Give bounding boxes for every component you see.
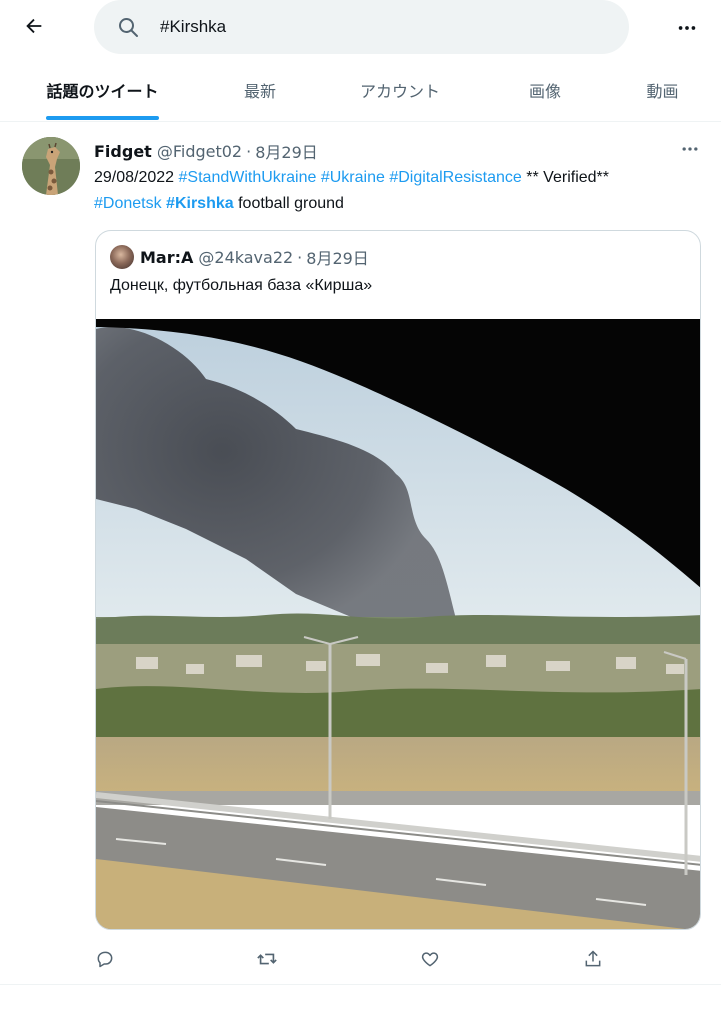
search-input[interactable] [160,0,610,54]
tab-latest[interactable]: 最新 [215,58,305,122]
tab-photos[interactable]: 画像 [500,58,590,122]
more-options-button[interactable] [671,12,703,44]
reply-icon [97,951,113,968]
tab-videos[interactable]: 動画 [615,58,710,122]
tweet-more-button[interactable] [677,139,703,159]
more-horizontal-icon [678,26,696,30]
quoted-tweet-text: Донецк, футбольная база «Кирша» [110,277,373,294]
quoted-header-separator: · [297,247,303,267]
quoted-author-name[interactable]: Mar:A [140,248,193,267]
retweet-icon [257,953,277,965]
hashtag-link[interactable]: #DigitalResistance [389,169,522,186]
quoted-tweet[interactable]: Mar:A @24kava22 · 8月29日 Донецк, футбольн… [95,230,701,930]
share-button[interactable] [577,943,609,975]
more-horizontal-icon [682,147,698,151]
hashtag-link[interactable]: #StandWithUkraine [179,169,317,186]
tweet-actions [94,943,614,975]
like-button[interactable] [414,943,446,975]
hashtag-link[interactable]: #Ukraine [321,169,385,186]
header-separator: · [246,141,252,161]
giraffe-avatar-image [22,137,80,195]
heart-icon [421,952,439,967]
retweet-button[interactable] [251,943,283,975]
tweet-header: Fidget @Fidget02 · 8月29日 [94,139,318,163]
quoted-tweet-photo[interactable] [96,319,701,930]
quoted-avatar[interactable] [110,245,134,269]
tweet-text: 29/08/2022 #StandWithUkraine #Ukraine #D… [94,165,706,217]
search-box[interactable] [94,0,629,54]
author-name[interactable]: Fidget [94,142,152,161]
tweet-tail-text: football ground [238,195,344,212]
hashtag-link-search-term[interactable]: #Kirshka [166,195,234,212]
quoted-author-handle[interactable]: @24kava22 [198,248,293,267]
tab-top[interactable]: 話題のツイート [20,58,185,122]
arrow-left-icon [26,18,42,34]
quoted-tweet-header: Mar:A @24kava22 · 8月29日 [140,245,369,269]
top-bar [0,0,721,58]
tweet[interactable]: Fidget @Fidget02 · 8月29日 29/08/2022 #Sta… [0,123,721,985]
verified-text: ** Verified** [526,169,609,186]
search-icon [119,18,138,37]
search-tabs: 話題のツイート 最新 アカウント 画像 動画 [0,58,721,122]
avatar[interactable] [22,137,80,195]
hashtag-link[interactable]: #Donetsk [94,195,162,212]
author-handle[interactable]: @Fidget02 [157,142,242,161]
tweet-date-text: 29/08/2022 [94,169,175,186]
share-icon [585,950,601,967]
back-button[interactable] [14,6,54,46]
active-tab-indicator [46,116,159,120]
tab-accounts[interactable]: アカウント [340,58,460,122]
reply-button[interactable] [89,943,121,975]
tweet-date[interactable]: 8月29日 [255,139,318,163]
quoted-tweet-date[interactable]: 8月29日 [306,245,369,269]
